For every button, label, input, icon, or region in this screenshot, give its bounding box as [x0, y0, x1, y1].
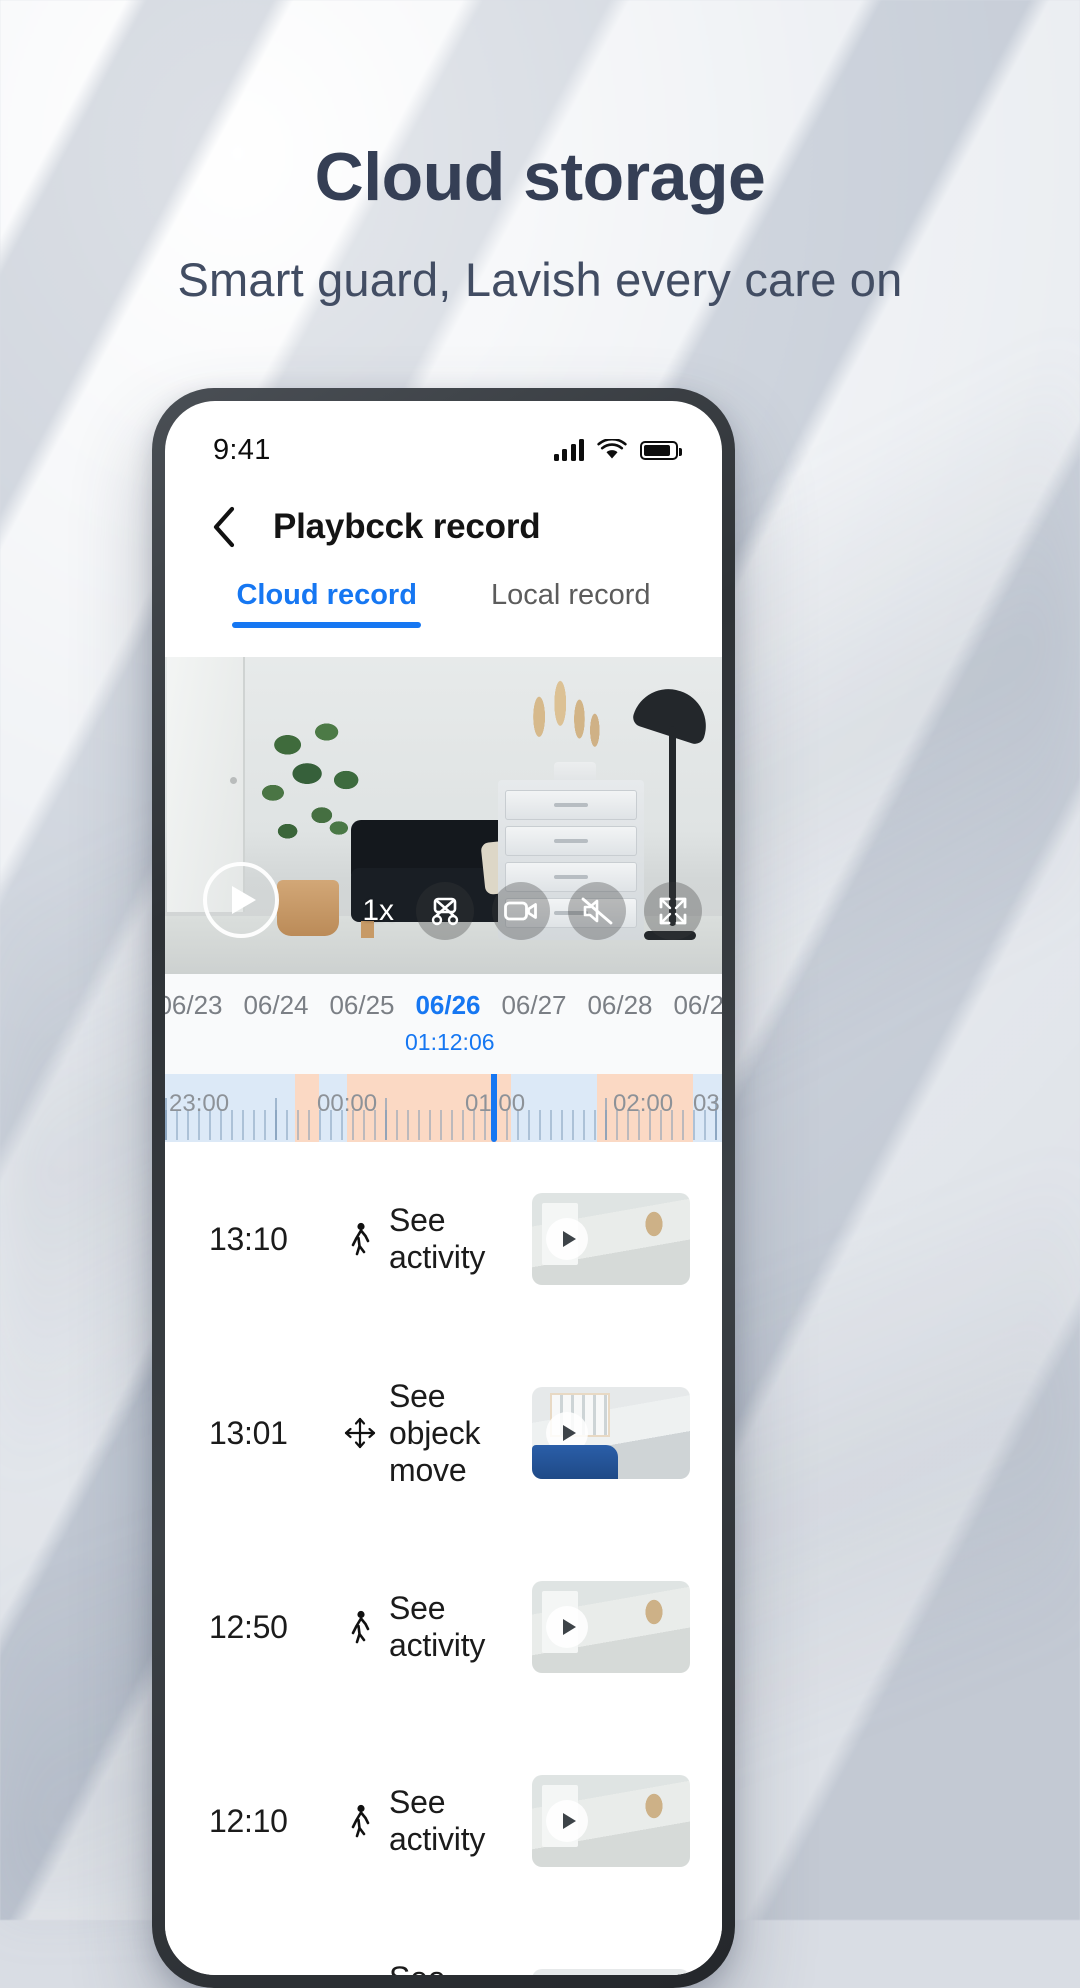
tab-cloud-record[interactable]: Cloud record: [232, 573, 422, 628]
back-button[interactable]: [201, 504, 247, 550]
list-item[interactable]: 13:10 See activity: [165, 1142, 722, 1336]
tab-local-record[interactable]: Local record: [487, 573, 655, 612]
play-icon[interactable]: [546, 1800, 588, 1842]
cellular-signal-icon: [553, 439, 584, 461]
event-label: See objeck move: [389, 1377, 481, 1488]
date-item-1[interactable]: 06/24: [233, 990, 319, 1021]
video-controls: 1x: [362, 882, 702, 940]
page-subtitle: Smart guard, Lavish every care on: [177, 253, 903, 306]
status-bar-indicators: [553, 439, 682, 461]
event-thumbnail[interactable]: [532, 1387, 690, 1479]
event-thumbnail[interactable]: [532, 1775, 690, 1867]
event-time: 13:01: [209, 1414, 288, 1451]
wifi-icon: [597, 439, 627, 459]
event-thumbnail[interactable]: [532, 1581, 690, 1673]
timeline-label-3: 02:00: [613, 1090, 674, 1117]
phone-mockup: 9:41 Playbcck record Cloud record Local …: [152, 388, 735, 1988]
clip-scissors-icon[interactable]: [416, 882, 474, 940]
list-item[interactable]: 12:10 See activity: [165, 1724, 722, 1918]
event-label: See objeck move: [389, 1960, 532, 1976]
phone-screen: 9:41 Playbcck record Cloud record Local …: [165, 401, 722, 1975]
playback-speed-button[interactable]: 1x: [362, 894, 394, 928]
event-thumbnail[interactable]: [532, 1969, 690, 1975]
event-label: See activity: [389, 1590, 486, 1663]
date-item-3-label: 06/26: [415, 990, 481, 1020]
play-icon[interactable]: [546, 1412, 588, 1454]
playhead-timestamp: 01:12:06: [405, 1029, 495, 1055]
date-item-6[interactable]: 06/29: [663, 990, 722, 1021]
fullscreen-icon[interactable]: [644, 882, 702, 940]
event-label: See activity: [389, 1202, 486, 1275]
nav-title: Playbcck record: [273, 507, 541, 546]
hero-section: Cloud storage Smart guard, Lavish every …: [0, 0, 1080, 307]
date-item-5[interactable]: 06/28: [577, 990, 663, 1021]
walking-person-icon: [331, 1804, 389, 1838]
list-item[interactable]: 11:36 See objeck move: [165, 1918, 722, 1975]
page-title: Cloud storage: [314, 139, 766, 215]
date-strip[interactable]: 06/23 06/24 06/25 06/26 01:12:06 06/27 0…: [165, 974, 722, 1074]
tab-bar: Cloud record Local record: [165, 573, 722, 657]
record-video-icon[interactable]: [492, 882, 550, 940]
event-list: 13:10 See activity 13:01 See objeck move: [165, 1142, 722, 1975]
timeline-label-0: 23:00: [169, 1090, 230, 1117]
video-player[interactable]: 1x: [165, 657, 722, 974]
play-circle-icon[interactable]: [203, 862, 279, 938]
status-bar-time: 9:41: [213, 433, 271, 466]
date-item-2[interactable]: 06/25: [319, 990, 405, 1021]
status-bar: 9:41: [165, 401, 722, 481]
nav-bar: Playbcck record: [165, 481, 722, 573]
play-icon[interactable]: [546, 1218, 588, 1260]
move-arrows-icon: [331, 1417, 389, 1449]
timeline-playhead[interactable]: [491, 1074, 497, 1142]
event-label: See activity: [389, 1784, 486, 1857]
date-item-3-selected[interactable]: 06/26 01:12:06: [405, 990, 495, 1056]
chevron-left-icon: [213, 506, 235, 548]
walking-person-icon: [331, 1610, 389, 1644]
event-time: 13:10: [209, 1220, 288, 1257]
walking-person-icon: [331, 1222, 389, 1256]
event-time: 12:50: [209, 1608, 288, 1645]
list-item[interactable]: 13:01 See objeck move: [165, 1336, 722, 1530]
timeline-label-1: 00:00: [317, 1090, 378, 1117]
date-item-0[interactable]: 06/23: [165, 990, 233, 1021]
list-item[interactable]: 12:50 See activity: [165, 1530, 722, 1724]
date-item-4[interactable]: 06/27: [491, 990, 577, 1021]
event-time: 12:10: [209, 1802, 288, 1839]
timeline-label-4: 03:00: [693, 1090, 722, 1117]
battery-icon: [640, 440, 682, 460]
event-thumbnail[interactable]: [532, 1193, 690, 1285]
timeline-scrubber[interactable]: 23:00 00:00 01:00 02:00 03:00: [165, 1074, 722, 1142]
play-icon[interactable]: [546, 1606, 588, 1648]
volume-mute-icon[interactable]: [568, 882, 626, 940]
